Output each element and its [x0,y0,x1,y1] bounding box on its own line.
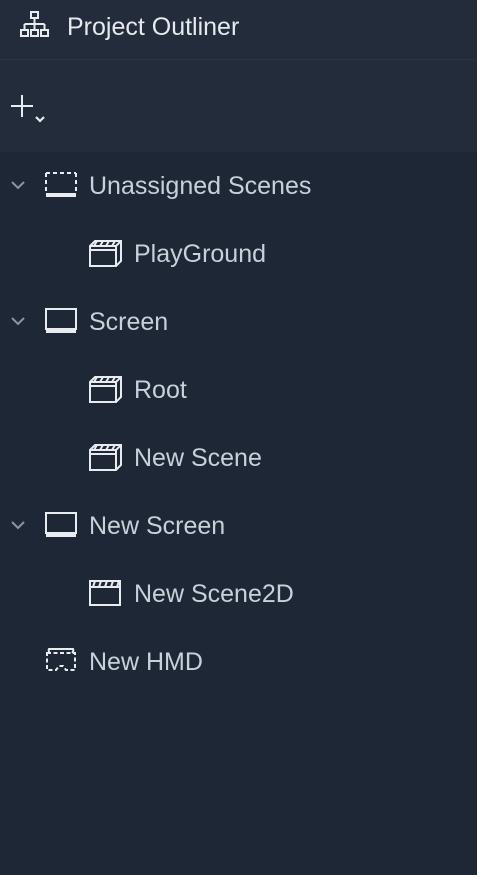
tree-item[interactable]: New Scene2D [0,560,477,628]
chevron-down-icon[interactable] [9,179,27,191]
scene-3d-icon [89,240,122,267]
add-item-button[interactable] [10,93,50,129]
tree-item[interactable]: New Screen [0,492,477,560]
scene-3d-icon [89,444,122,471]
tree-item[interactable]: Unassigned Scenes [0,152,477,220]
tree-item-label: Root [134,376,187,404]
tree-item-label: Screen [89,308,169,336]
chevron-down-icon[interactable] [9,519,27,531]
screen-icon [45,308,77,333]
tree-item-label: New Scene [134,444,262,472]
screen-icon [45,512,77,537]
tree-item[interactable]: New HMD [0,628,477,696]
hmd-icon [46,648,76,671]
tree-item[interactable]: New Scene [0,424,477,492]
tree-item[interactable]: PlayGround [0,220,477,288]
panel-title: Project Outliner [67,13,240,41]
tree-item-label: New Screen [89,512,226,540]
outliner-toolbar [0,60,477,152]
scene-2d-icon [89,580,121,606]
tree-item[interactable]: Root [0,356,477,424]
tree-item-label: Unassigned Scenes [89,172,312,200]
tree-item[interactable]: Screen [0,288,477,356]
unassigned-screen-icon [45,172,77,197]
tree-item-label: PlayGround [134,240,267,268]
tree-item-label: New Scene2D [134,580,294,608]
panel-header: Project Outliner [0,0,477,60]
chevron-down-icon[interactable] [9,315,27,327]
tree-item-label: New HMD [89,648,203,676]
project-outliner-panel: Project Outliner Unassigned Scenes PlayGr… [0,0,477,875]
hierarchy-icon [20,11,49,37]
scene-3d-icon [89,376,122,403]
